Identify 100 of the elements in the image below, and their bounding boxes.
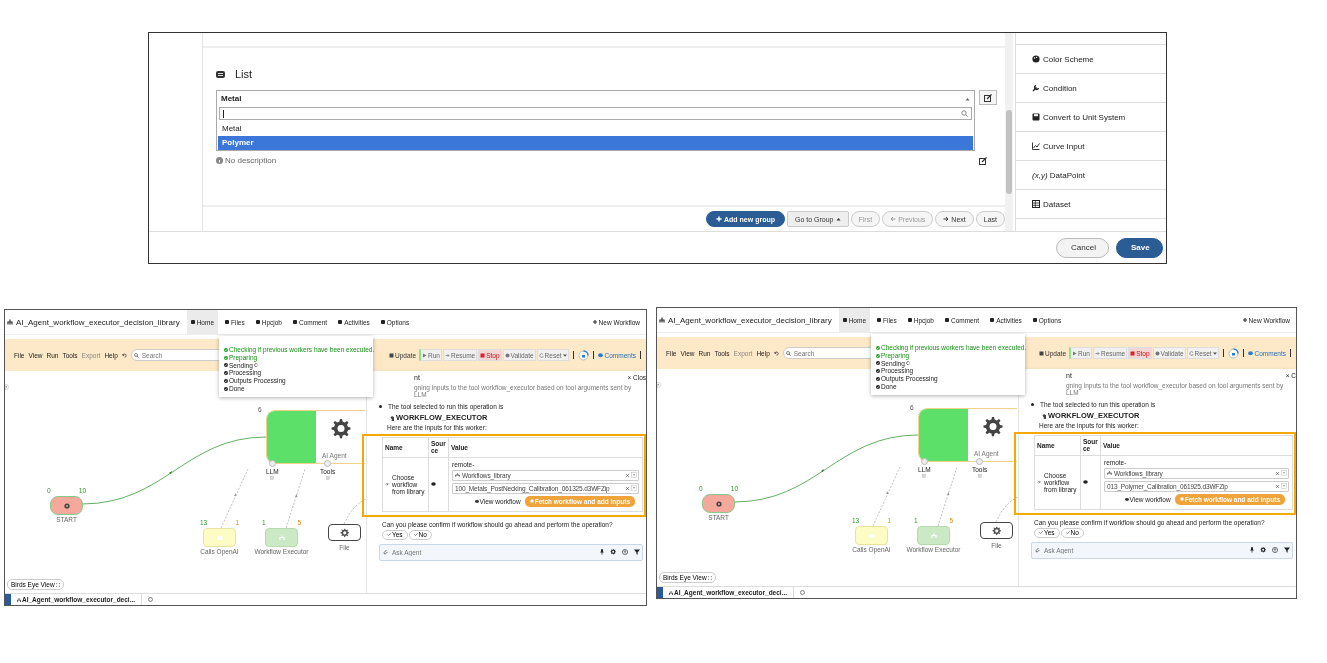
dropdown-arrow-icon [631, 485, 637, 492]
caret-icon [562, 353, 567, 357]
sidebar-toggle[interactable] [5, 594, 11, 605]
tab-icon [944, 318, 949, 322]
folder-icon [216, 534, 223, 541]
comment-icon [597, 352, 603, 358]
progress-ring-icon [1227, 347, 1239, 359]
plus-icon[interactable] [977, 474, 982, 478]
refresh-icon [538, 352, 544, 358]
gear-icon [991, 526, 1002, 535]
filter-icon[interactable] [634, 548, 640, 555]
search-icon [961, 110, 968, 117]
search-icon [133, 352, 139, 358]
tab-icon [225, 320, 229, 324]
edit-button[interactable] [979, 90, 997, 105]
check-icon [413, 533, 418, 537]
plus-icon [716, 216, 723, 222]
filter-icon[interactable] [1284, 546, 1290, 553]
port-handle[interactable] [268, 460, 276, 467]
hierarchy-icon [17, 597, 21, 602]
plus-icon[interactable] [922, 474, 927, 478]
gear-icon[interactable] [610, 548, 616, 555]
dashed-connector [872, 466, 901, 527]
agent-node[interactable] [918, 408, 1017, 462]
chart-icon [1032, 142, 1040, 150]
bullet-dot [1031, 402, 1034, 406]
port-handle[interactable] [976, 458, 984, 465]
scrollbar-thumb[interactable] [1006, 110, 1012, 194]
port-handle[interactable] [324, 460, 332, 467]
edit-icon[interactable] [979, 156, 987, 165]
link-icon [1037, 480, 1042, 485]
sidebar-toggle[interactable] [657, 587, 663, 598]
plus-icon[interactable] [270, 476, 275, 480]
play-icon [1072, 350, 1078, 356]
tab-icon [338, 320, 343, 324]
workflow-node[interactable] [702, 494, 735, 513]
workflow-node[interactable] [50, 496, 83, 515]
description-text: No description [225, 156, 277, 165]
dashed-connector [285, 468, 306, 529]
tab-icon [380, 320, 385, 324]
gear-icon [1154, 350, 1160, 356]
hierarchy-icon [7, 319, 13, 325]
hierarchy-icon [278, 534, 285, 541]
hierarchy-icon [1107, 471, 1112, 476]
palette-item[interactable]: Condition [1016, 73, 1166, 102]
wrench-icon [1032, 84, 1040, 92]
tab-icon [292, 320, 297, 324]
search-field[interactable] [219, 107, 972, 120]
plus-icon [592, 320, 597, 324]
stop-icon [480, 352, 486, 358]
select-field[interactable]: Metal [217, 91, 974, 106]
play-icon [715, 500, 722, 507]
undo-icon[interactable] [773, 350, 779, 356]
dashed-connector [937, 466, 958, 527]
tab-icon [842, 318, 847, 322]
tab-icon [1032, 318, 1037, 322]
palette-item[interactable]: Dataset [1016, 189, 1166, 219]
comment-icon [1247, 350, 1253, 356]
workflow-node[interactable] [980, 522, 1013, 539]
dropdown-option[interactable]: Polymer [218, 136, 973, 150]
list-icon [216, 70, 225, 78]
plus-icon[interactable] [325, 476, 330, 480]
check-icon [1039, 531, 1043, 535]
info-icon [216, 157, 223, 164]
upload-icon[interactable] [1272, 546, 1278, 553]
caret-icon [965, 96, 970, 101]
undo-icon[interactable] [121, 352, 127, 358]
save-button[interactable]: Save [1116, 237, 1163, 258]
arrow-right-icon [444, 352, 450, 358]
port-handle[interactable] [920, 458, 928, 465]
check-icon [387, 533, 391, 537]
caret-icon [1212, 351, 1217, 355]
stop-icon [1130, 350, 1136, 356]
cancel-button[interactable]: Cancel [1056, 237, 1109, 258]
microphone-icon[interactable] [1250, 546, 1254, 553]
gear-icon [529, 499, 534, 504]
tab-icon [877, 318, 881, 322]
dropdown-arrow-icon [631, 472, 637, 479]
agent-node[interactable] [266, 410, 365, 464]
hierarchy-icon [659, 317, 665, 323]
edit-icon [984, 93, 992, 102]
palette-item[interactable]: Curve Input [1016, 131, 1166, 160]
palette-item[interactable]: (x,y) DataPoint [1016, 160, 1166, 189]
dropdown-arrow-icon [1281, 470, 1287, 477]
upload-icon[interactable] [622, 548, 628, 555]
gear-icon[interactable] [1260, 546, 1266, 553]
check-icon [1065, 531, 1070, 535]
dropdown-option[interactable]: Metal [218, 122, 973, 136]
gear-icon [982, 417, 1003, 437]
palette-item[interactable]: Convert to Unit System [1016, 102, 1166, 131]
tab-icon [255, 320, 260, 324]
clear-icon [1276, 471, 1279, 475]
workflow-node[interactable] [328, 524, 361, 541]
cloud-icon [431, 482, 436, 487]
palette-icon [1032, 55, 1040, 63]
expand-icon [707, 575, 712, 580]
palette-item[interactable]: Color Scheme [1016, 44, 1166, 73]
workflow-title: AI_Agent_workflow_executor_decision_library [668, 315, 832, 325]
microphone-icon[interactable] [600, 548, 604, 555]
play-icon [63, 502, 70, 509]
